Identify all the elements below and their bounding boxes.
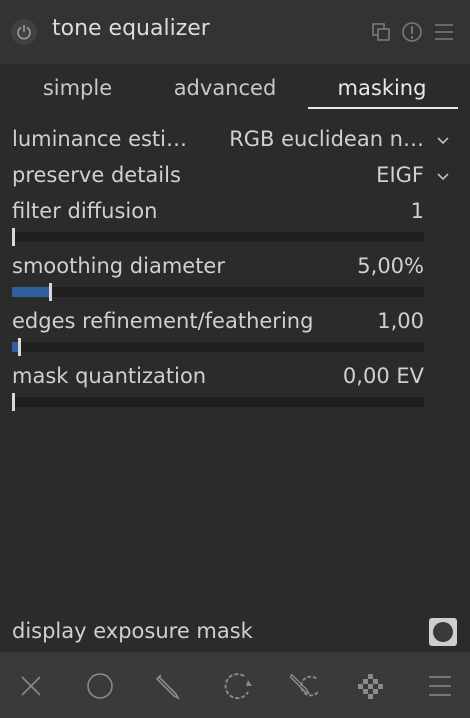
raster-mask-button[interactable]: [356, 670, 388, 702]
edges-refinement-label: edges refinement/feathering: [12, 309, 314, 333]
tab-simple[interactable]: simple: [30, 76, 125, 100]
path-icon: [155, 674, 180, 700]
filter-diffusion-value: 1: [410, 199, 424, 223]
close-icon: [21, 676, 41, 696]
filter-diffusion-label: filter diffusion: [12, 199, 158, 223]
module-title: tone equalizer: [52, 16, 210, 41]
circle-icon: [87, 673, 113, 699]
raster-icon: [358, 674, 383, 699]
mask-quantization-label: mask quantization: [12, 364, 207, 388]
mask-off-button[interactable]: [15, 670, 47, 702]
module-header: tone equalizer: [0, 0, 470, 64]
smoothing-diameter-label: smoothing diameter: [12, 254, 225, 278]
edges-refinement-handle[interactable]: [18, 338, 21, 356]
drawn-mask-button[interactable]: [152, 670, 184, 702]
mask-toolbar: [0, 652, 470, 718]
tab-masking[interactable]: masking: [318, 76, 446, 100]
filter-diffusion-slider[interactable]: filter diffusion 1: [12, 199, 424, 229]
presets-icon: [435, 24, 453, 40]
smoothing-diameter-value: 5,00%: [357, 254, 424, 278]
active-tab-indicator: [308, 107, 458, 109]
luminance-estimator-label: luminance esti…: [12, 127, 187, 151]
edges-refinement-track[interactable]: [12, 338, 424, 356]
preserve-details-label: preserve details: [12, 163, 181, 187]
display-exposure-mask-toggle[interactable]: [429, 618, 457, 646]
chevron-down-icon[interactable]: [436, 170, 450, 184]
display-exposure-mask-label: display exposure mask: [12, 619, 253, 643]
chevron-down-icon[interactable]: [436, 134, 450, 148]
menu-icon: [429, 676, 451, 696]
smoothing-diameter-handle[interactable]: [49, 283, 52, 301]
edges-refinement-value: 1,00: [377, 309, 424, 333]
drawn-parametric-mask-button[interactable]: [290, 670, 322, 702]
mask-toggle-circle-icon: [433, 622, 453, 642]
smoothing-diameter-track[interactable]: [12, 283, 424, 301]
reset-button[interactable]: [400, 20, 424, 44]
tab-bar: simple advanced masking: [0, 64, 470, 112]
preserve-details-value: EIGF: [376, 163, 424, 187]
mask-quantization-slider[interactable]: mask quantization 0,00 EV: [12, 364, 424, 394]
parametric-mask-button[interactable]: [222, 670, 254, 702]
luminance-estimator-value: RGB euclidean n…: [229, 127, 424, 151]
drawn-parametric-icon: [224, 673, 252, 700]
multi-instance-icon: [372, 23, 390, 41]
multi-instance-button[interactable]: [369, 20, 393, 44]
presets-button[interactable]: [432, 20, 456, 44]
mask-manager-button[interactable]: [424, 670, 456, 702]
luminance-estimator-combobox[interactable]: luminance esti… RGB euclidean n…: [12, 127, 424, 157]
power-icon: [17, 25, 31, 40]
drawn-and-parametric-icon: [290, 673, 319, 697]
edges-refinement-slider[interactable]: edges refinement/feathering 1,00: [12, 309, 424, 339]
reset-icon: [402, 22, 422, 42]
smoothing-diameter-slider[interactable]: smoothing diameter 5,00%: [12, 254, 424, 284]
mask-quantization-track[interactable]: [12, 393, 424, 411]
smoothing-diameter-fill: [12, 287, 49, 297]
uniform-mask-button[interactable]: [84, 670, 116, 702]
tab-advanced[interactable]: advanced: [165, 76, 285, 100]
filter-diffusion-handle[interactable]: [12, 228, 15, 246]
mask-quantization-value: 0,00 EV: [342, 364, 424, 388]
power-button[interactable]: [11, 19, 37, 45]
mask-quantization-handle[interactable]: [12, 393, 15, 411]
preserve-details-combobox[interactable]: preserve details EIGF: [12, 163, 424, 193]
filter-diffusion-track[interactable]: [12, 228, 424, 246]
